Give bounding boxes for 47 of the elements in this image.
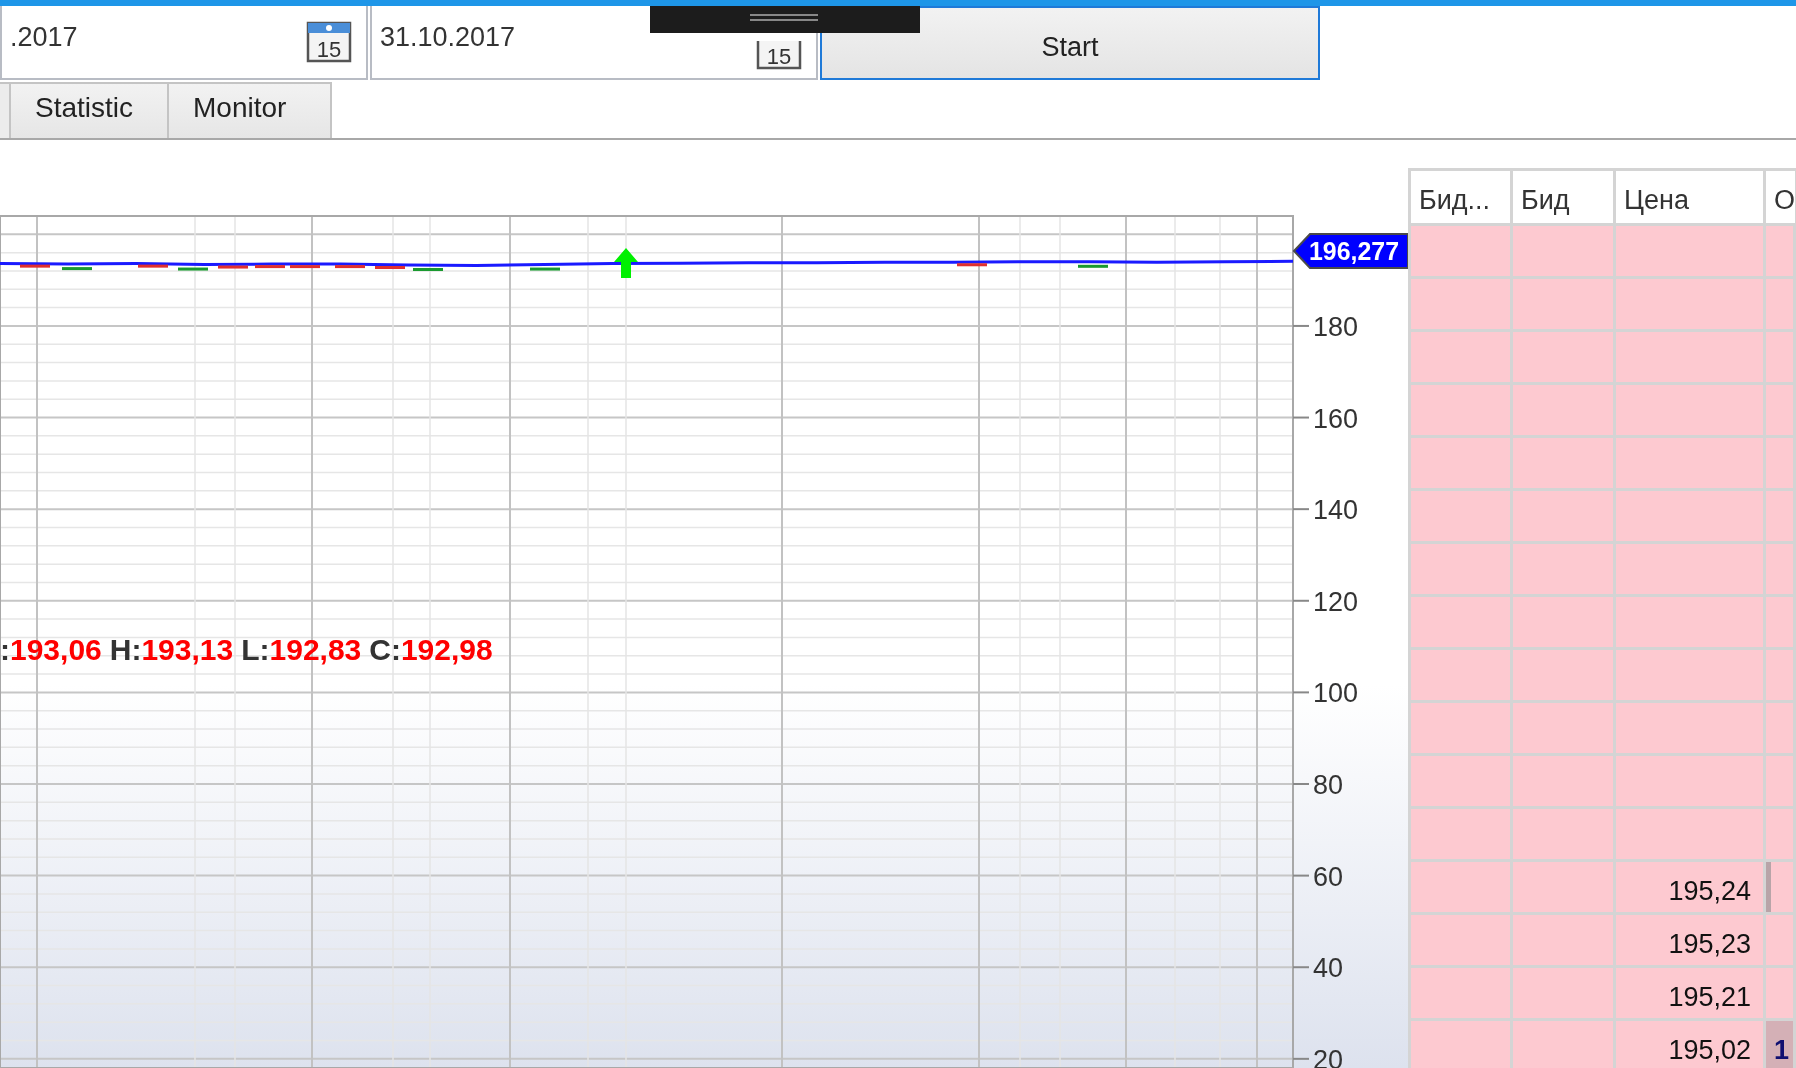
axis-label: 100 <box>1313 678 1359 709</box>
axis-label: 180 <box>1313 311 1359 342</box>
legend-value: 193,13 <box>141 633 234 667</box>
table-cell: 195,21 <box>1616 968 1766 1021</box>
column-header[interactable]: Бид <box>1513 171 1616 226</box>
axis-label: 160 <box>1313 403 1359 434</box>
table-cell <box>1766 491 1796 544</box>
table-cell <box>1766 703 1796 756</box>
date-field[interactable]: .2017 15 <box>0 6 368 80</box>
drag-handle-icon[interactable] <box>750 14 818 21</box>
axis-label: 40 <box>1313 953 1344 984</box>
legend-label: C: <box>369 633 401 667</box>
table-cell: 195,02 <box>1616 1021 1766 1068</box>
legend-value: 192,83 <box>269 633 362 667</box>
table-cell <box>1766 438 1796 491</box>
tab[interactable]: Statistic <box>11 82 169 138</box>
legend-value: 193,06 <box>10 633 102 667</box>
legend-label: H: <box>109 633 142 667</box>
table-cell <box>1766 968 1796 1021</box>
tab[interactable]: Monitor <box>169 82 332 138</box>
table-cell: 195,24 <box>1616 862 1766 915</box>
table-cell: 1 <box>1766 1021 1796 1068</box>
column-header[interactable]: О <box>1766 171 1796 226</box>
column-header[interactable]: Цена <box>1616 171 1766 226</box>
column-header[interactable]: Бид... <box>1411 171 1513 226</box>
axis-label: 120 <box>1313 586 1359 617</box>
table-cell <box>1766 279 1796 332</box>
axis-label: 80 <box>1313 770 1344 800</box>
legend-label: : <box>0 633 10 667</box>
buy-arrow-icon <box>614 248 638 278</box>
table-cell <box>1766 226 1796 279</box>
table-cell <box>1766 597 1796 650</box>
table-cell <box>1766 544 1796 597</box>
calendar-icon[interactable]: 15 <box>756 41 802 70</box>
table-cell <box>1766 385 1796 438</box>
axis-label: 60 <box>1313 861 1344 892</box>
axis-label: 140 <box>1313 495 1359 526</box>
legend-value: 192,98 <box>400 633 493 667</box>
table-cell <box>1766 650 1796 703</box>
table-cell <box>1766 756 1796 809</box>
calendar-icon[interactable]: 15 <box>306 21 352 63</box>
table-cell <box>1766 332 1796 385</box>
price-label: 196,277 <box>1292 233 1408 269</box>
start-button[interactable]: Start <box>820 6 1320 80</box>
legend-label: L: <box>241 633 270 667</box>
drag-handle[interactable] <box>650 6 920 33</box>
table-cell: 195,23 <box>1616 915 1766 968</box>
